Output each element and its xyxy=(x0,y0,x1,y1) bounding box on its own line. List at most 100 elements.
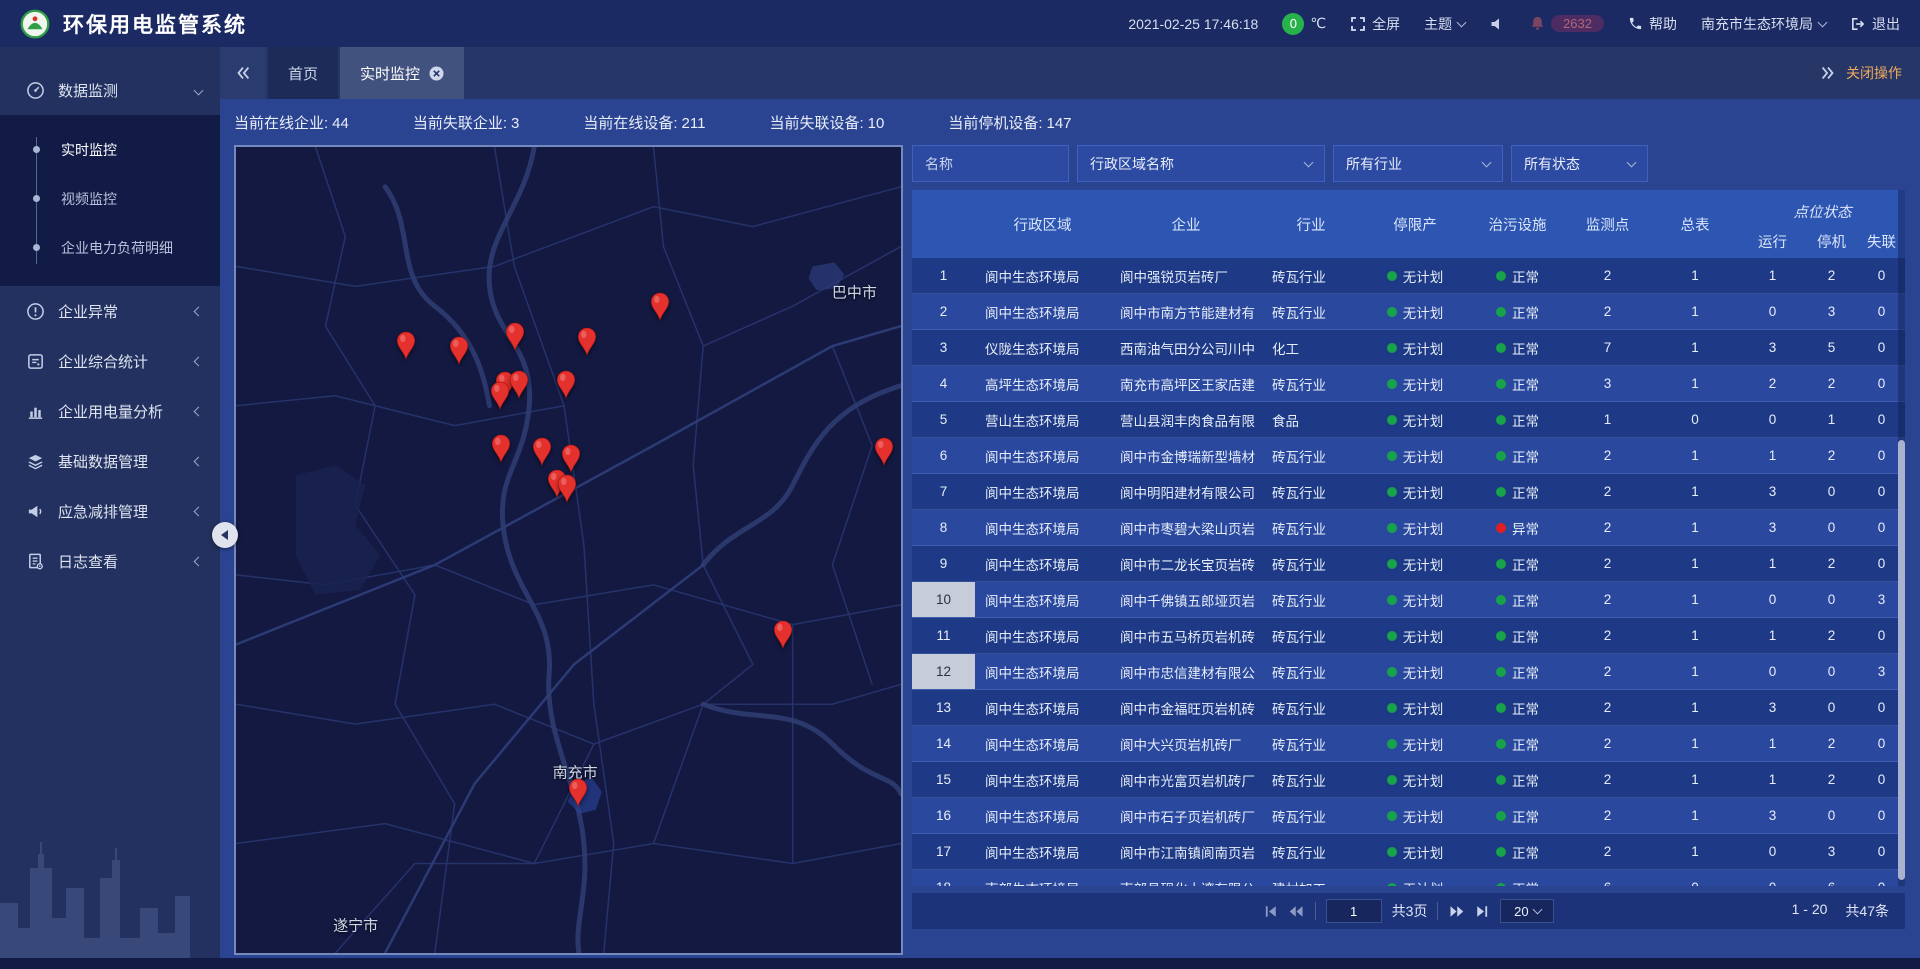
table-row[interactable]: 16阆中生态环境局阆中市石子页岩机砖厂砖瓦行业无计划正常21300 xyxy=(912,798,1905,834)
cell-region: 阆中生态环境局 xyxy=(975,834,1110,869)
sidebar-group-base-data-management[interactable]: 基础数据管理 xyxy=(0,436,220,486)
table-row[interactable]: 11阆中生态环境局阆中市五马桥页岩机砖砖瓦行业无计划正常21120 xyxy=(912,618,1905,654)
double-chevron-right-icon[interactable] xyxy=(1819,64,1837,82)
map-pin-icon[interactable] xyxy=(508,369,530,399)
page-size-select[interactable]: 20 xyxy=(1500,899,1554,923)
tabs-scroll-left-button[interactable] xyxy=(220,47,266,99)
table-row[interactable]: 6阆中生态环境局阆中市金博瑞新型墙材砖瓦行业无计划正常21120 xyxy=(912,438,1905,474)
sidebar-group-data-monitoring[interactable]: 数据监测 xyxy=(0,65,220,115)
map-pin-icon[interactable] xyxy=(555,369,577,399)
tab-close-icon[interactable] xyxy=(429,66,444,81)
sidebar-item-video-monitoring[interactable]: 视频监控 xyxy=(0,174,220,223)
cell-running: 3 xyxy=(1740,798,1805,833)
row-index: 8 xyxy=(912,510,975,545)
notifications-button[interactable]: 2632 xyxy=(1529,15,1604,32)
table-row[interactable]: 4高坪生态环境局南充市高坪区王家店建砖瓦行业无计划正常31220 xyxy=(912,366,1905,402)
column-group-header: 点位状态 xyxy=(1740,190,1905,224)
map-pin-icon[interactable] xyxy=(873,436,895,466)
cell-running: 3 xyxy=(1740,474,1805,509)
table-row[interactable]: 13阆中生态环境局阆中市金福旺页岩机砖砖瓦行业无计划正常21300 xyxy=(912,690,1905,726)
sidebar-group-enterprise-statistics[interactable]: 企业综合统计 xyxy=(0,336,220,386)
logout-button[interactable]: 退出 xyxy=(1850,14,1900,34)
sidebar-group-log-view[interactable]: 日志查看 xyxy=(0,536,220,586)
previous-page-button[interactable] xyxy=(1288,904,1305,919)
cell-text: 1 xyxy=(1691,556,1699,571)
region-select[interactable]: 行政区域名称 xyxy=(1077,145,1325,182)
cell-text: 2 xyxy=(1604,268,1612,283)
cell-text: 0 xyxy=(1878,700,1886,715)
sidebar-group-enterprise-abnormal[interactable]: 企业异常 xyxy=(0,286,220,336)
table-row[interactable]: 12阆中生态环境局阆中市忠信建材有限公砖瓦行业无计划正常21003 xyxy=(912,654,1905,690)
cell-pollution-facility: 正常 xyxy=(1470,330,1565,365)
sidebar-group-emergency-reduction[interactable]: 应急减排管理 xyxy=(0,486,220,536)
map-pin-icon[interactable] xyxy=(567,777,589,807)
cell-region: 营山生态环境局 xyxy=(975,402,1110,437)
table-row[interactable]: 15阆中生态环境局阆中市光富页岩机砖厂砖瓦行业无计划正常21120 xyxy=(912,762,1905,798)
cell-industry: 砖瓦行业 xyxy=(1262,258,1360,293)
theme-dropdown[interactable]: 主题 xyxy=(1424,14,1465,34)
name-search-input[interactable] xyxy=(912,145,1069,182)
tab-home[interactable]: 首页 xyxy=(268,47,338,99)
tab-realtime[interactable]: 实时监控 xyxy=(340,47,464,99)
table-row[interactable]: 17阆中生态环境局阆中市江南镇阆南页岩砖瓦行业无计划正常21030 xyxy=(912,834,1905,870)
map-pin-icon[interactable] xyxy=(448,336,470,366)
map-roads-layer xyxy=(236,147,901,953)
alert-circle-icon xyxy=(26,302,45,321)
last-page-button[interactable] xyxy=(1475,904,1490,919)
map-panel[interactable]: 巴中市南充市遂宁市 xyxy=(234,145,903,955)
scrollbar-thumb[interactable] xyxy=(1898,440,1905,880)
status-select[interactable]: 所有状态 xyxy=(1511,145,1648,182)
cell-pollution-facility: 正常 xyxy=(1470,438,1565,473)
cell-company: 南充市高坪区王家店建 xyxy=(1110,366,1262,401)
cell-text: 砖瓦行业 xyxy=(1272,554,1326,574)
page-number-input[interactable] xyxy=(1326,899,1382,923)
cell-production-limit: 无计划 xyxy=(1360,726,1470,761)
table-row[interactable]: 3仪陇生态环境局西南油气田分公司川中化工无计划正常71350 xyxy=(912,330,1905,366)
chevron-left-icon xyxy=(221,530,228,540)
cell-text: 7 xyxy=(940,484,948,499)
table-row[interactable]: 9阆中生态环境局阆中市二龙长宝页岩砖砖瓦行业无计划正常21120 xyxy=(912,546,1905,582)
map-pin-icon[interactable] xyxy=(531,436,553,466)
table-row[interactable]: 14阆中生态环境局阆中大兴页岩机砖厂砖瓦行业无计划正常21120 xyxy=(912,726,1905,762)
sidebar-group-power-usage-analysis[interactable]: 企业用电量分析 xyxy=(0,386,220,436)
map-pin-icon[interactable] xyxy=(556,473,578,503)
table-row[interactable]: 1阆中生态环境局阆中强锐页岩砖厂砖瓦行业无计划正常21120 xyxy=(912,258,1905,294)
table-row[interactable]: 10阆中生态环境局阆中千佛镇五郎垭页岩砖瓦行业无计划正常21003 xyxy=(912,582,1905,618)
next-page-button[interactable] xyxy=(1448,904,1465,919)
map-pin-icon[interactable] xyxy=(504,322,526,352)
fullscreen-button[interactable]: 全屏 xyxy=(1350,14,1400,34)
map-pin-icon[interactable] xyxy=(576,327,598,357)
close-operations-button[interactable]: 关闭操作 xyxy=(1846,63,1902,83)
table-scrollbar[interactable] xyxy=(1898,190,1905,886)
cell-monitor-points: 2 xyxy=(1565,294,1650,329)
user-org-dropdown[interactable]: 南充市生态环境局 xyxy=(1701,14,1826,34)
map-pin-icon[interactable] xyxy=(649,292,671,322)
cell-total-meters: 0 xyxy=(1650,402,1740,437)
cell-stopped: 2 xyxy=(1805,258,1858,293)
cell-text: 1 xyxy=(1769,268,1777,283)
table-row[interactable]: 7阆中生态环境局阆中明阳建材有限公司砖瓦行业无计划正常21300 xyxy=(912,474,1905,510)
cell-stopped: 2 xyxy=(1805,546,1858,581)
industry-select[interactable]: 所有行业 xyxy=(1333,145,1503,182)
sidebar-item-power-load-detail[interactable]: 企业电力负荷明细 xyxy=(0,223,220,272)
mute-button[interactable] xyxy=(1489,16,1505,32)
sidebar-item-realtime-monitoring[interactable]: 实时监控 xyxy=(0,125,220,174)
sidebar-group-label: 企业用电量分析 xyxy=(58,401,195,422)
first-page-button[interactable] xyxy=(1263,904,1278,919)
help-button[interactable]: 帮助 xyxy=(1628,14,1677,34)
map-pin-icon[interactable] xyxy=(489,381,511,411)
map-pin-icon[interactable] xyxy=(395,331,417,361)
cell-text: 正常 xyxy=(1512,626,1539,646)
cell-total-meters: 1 xyxy=(1650,762,1740,797)
cell-industry: 砖瓦行业 xyxy=(1262,294,1360,329)
cell-text: 1 xyxy=(1691,772,1699,787)
region-select-value: 行政区域名称 xyxy=(1090,154,1174,174)
sidebar-collapse-handle[interactable] xyxy=(212,522,238,548)
map-pin-icon[interactable] xyxy=(490,434,512,464)
table-row[interactable]: 2阆中生态环境局阆中市南方节能建材有砖瓦行业无计划正常21030 xyxy=(912,294,1905,330)
table-row[interactable]: 8阆中生态环境局阆中市枣碧大梁山页岩砖瓦行业无计划异常21300 xyxy=(912,510,1905,546)
table-row[interactable]: 18南部生态环境局南部县砚化土湾有限公建材加工无计划正常60060 xyxy=(912,870,1905,886)
map-pin-icon[interactable] xyxy=(772,619,794,649)
table-row[interactable]: 5营山生态环境局营山县润丰肉食品有限食品无计划正常10010 xyxy=(912,402,1905,438)
cell-monitor-points: 2 xyxy=(1565,834,1650,869)
